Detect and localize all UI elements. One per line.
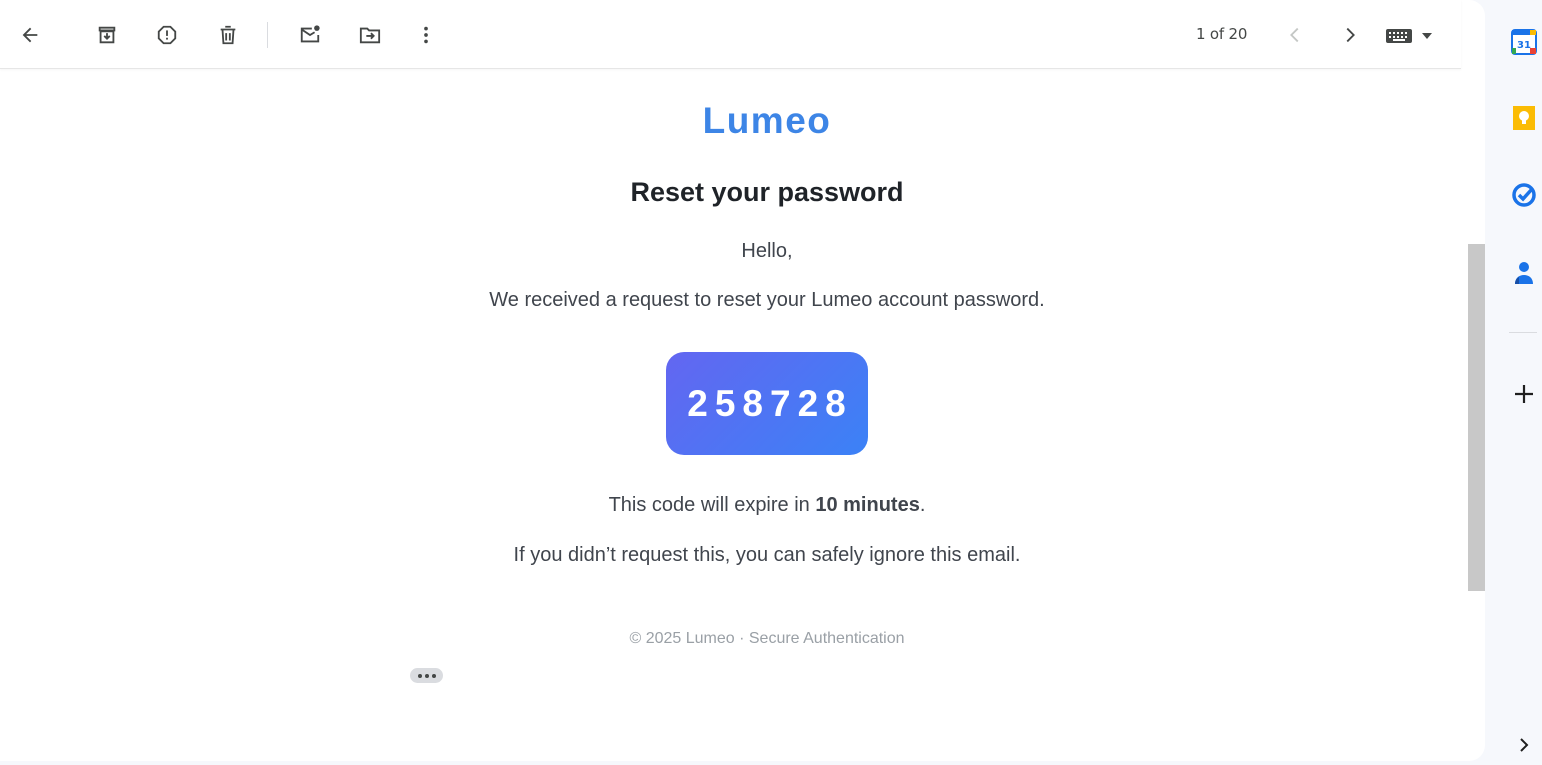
- tasks-app-button[interactable]: [1508, 179, 1540, 211]
- archive-button[interactable]: [87, 15, 127, 55]
- expand-side-panel-button[interactable]: [1508, 729, 1540, 761]
- older-button[interactable]: [1330, 15, 1370, 55]
- chevron-right-icon: [1346, 27, 1355, 43]
- email-heading: Reset your password: [630, 177, 904, 207]
- dot: [417, 673, 422, 678]
- keep-app-button[interactable]: [1508, 102, 1540, 134]
- brand-logo: Lumeo: [702, 100, 832, 141]
- verification-code: 258728: [687, 382, 853, 424]
- report-spam-icon: [157, 25, 177, 45]
- back-button[interactable]: [10, 15, 50, 55]
- mark-unread-button[interactable]: [290, 15, 330, 55]
- move-to-folder-icon: [359, 27, 381, 44]
- verification-code-box: 258728: [666, 352, 868, 455]
- message-count: 1 of 20: [1196, 25, 1248, 43]
- keep-icon: [1513, 106, 1535, 130]
- arrow-left-icon: [22, 27, 38, 43]
- message-toolbar: 1 of 20: [0, 0, 1461, 69]
- trash-icon: [220, 25, 236, 45]
- calendar-icon: 31: [1511, 29, 1537, 55]
- expiry-prefix: This code will expire in: [608, 494, 816, 516]
- contacts-app-button[interactable]: [1508, 256, 1540, 288]
- more-options-button[interactable]: [406, 15, 446, 55]
- chevron-left-icon: [1290, 27, 1299, 43]
- caret-down-icon: [1422, 33, 1432, 39]
- greeting-text: Hello,: [741, 240, 793, 262]
- email-view: 1 of 20 Lumeo Reset your password Hello,…: [0, 0, 1485, 761]
- calendar-date: 31: [1517, 40, 1531, 51]
- newer-button[interactable]: [1275, 15, 1315, 55]
- dot: [424, 673, 429, 678]
- calendar-app-button[interactable]: 31: [1508, 25, 1540, 57]
- dot: [431, 673, 436, 678]
- tasks-icon: [1512, 183, 1536, 207]
- keyboard-icon: [1386, 29, 1412, 43]
- contacts-icon: [1515, 262, 1533, 284]
- expiry-text: This code will expire in 10 minutes.: [0, 494, 1485, 517]
- expiry-suffix: .: [919, 494, 926, 516]
- chevron-right-icon: [1520, 738, 1529, 752]
- delete-button[interactable]: [208, 15, 248, 55]
- add-icon: [1515, 385, 1533, 403]
- mark-unread-icon: [300, 25, 320, 43]
- archive-icon: [98, 26, 116, 44]
- move-to-button[interactable]: [350, 15, 390, 55]
- ignore-notice: If you didn’t request this, you can safe…: [513, 544, 1021, 566]
- input-tools-button[interactable]: [1385, 23, 1437, 49]
- side-panel-divider: [1509, 332, 1537, 333]
- email-footer: © 2025 Lumeo · Secure Authentication: [629, 630, 905, 647]
- body-text: We received a request to reset your Lume…: [489, 289, 1045, 311]
- show-trimmed-content-button[interactable]: [410, 668, 443, 683]
- expiry-duration: 10 minutes: [815, 494, 920, 516]
- more-vert-icon: [424, 26, 428, 44]
- get-add-ons-button[interactable]: [1508, 378, 1540, 410]
- report-spam-button[interactable]: [147, 15, 187, 55]
- scrollbar-thumb[interactable]: [1468, 244, 1485, 591]
- toolbar-divider: [267, 22, 268, 48]
